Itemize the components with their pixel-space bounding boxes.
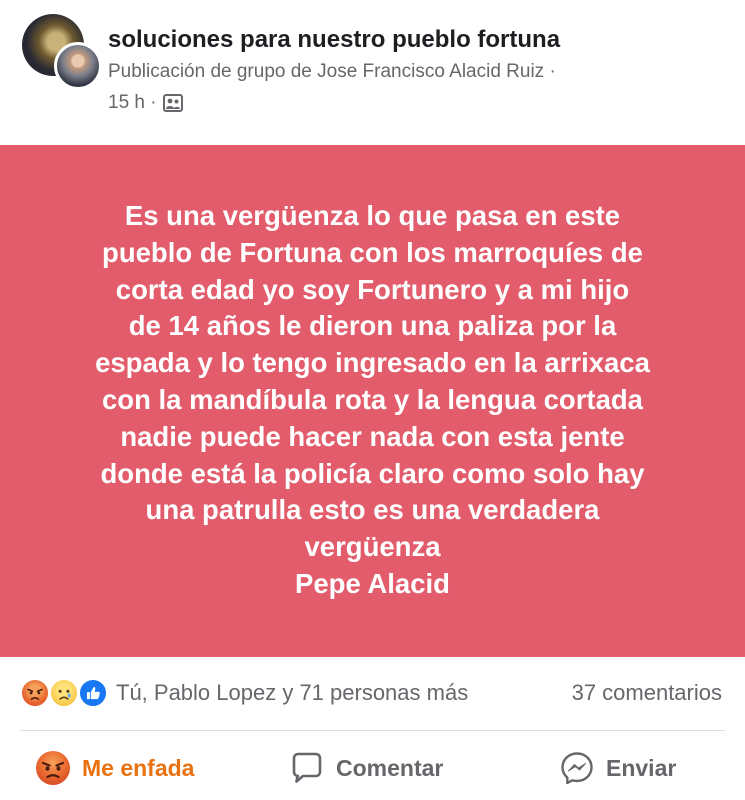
comment-bubble-icon	[292, 752, 322, 783]
post-timestamp[interactable]: 15 h ·	[108, 92, 157, 114]
post-colored-background: Es una vergüenza lo que pasa en este pue…	[0, 145, 745, 657]
group-audience-icon	[162, 94, 183, 112]
post-text-line: una patrulla esto es una verdadera	[145, 494, 600, 526]
like-reaction-icon	[78, 678, 108, 708]
post-text-line: donde está la policía claro como solo ha…	[100, 457, 645, 489]
post-author-meta[interactable]: Publicación de grupo de Jose Francisco A…	[108, 61, 556, 83]
comment-button[interactable]: Comentar	[288, 742, 443, 794]
angry-reaction-icon	[20, 678, 50, 708]
post-text-line: vergüenza	[304, 531, 441, 563]
reaction-names[interactable]: Tú, Pablo Lopez y 71 personas más	[116, 680, 468, 706]
send-button-label: Enviar	[606, 754, 677, 781]
post-text-line: espada y lo tengo ingresado en la arrixa…	[95, 347, 650, 379]
react-button[interactable]: Me enfada	[34, 742, 194, 794]
react-button-label: Me enfada	[82, 754, 195, 781]
reactions-summary[interactable]: Tú, Pablo Lopez y 71 personas más 37 com…	[0, 668, 745, 720]
post-text-line: Es una vergüenza lo que pasa en este	[124, 200, 621, 231]
group-avatar[interactable]	[22, 14, 102, 92]
post-signature: Pepe Alacid	[295, 567, 450, 599]
post-actions: Me enfada Comentar Enviar	[0, 742, 745, 794]
post-text-line: con la mandíbula rota y la lengua cortad…	[102, 383, 643, 415]
reaction-icons[interactable]	[20, 678, 112, 710]
author-avatar[interactable]	[54, 42, 102, 90]
group-name-link[interactable]: soluciones para nuestro pueblo fortuna	[108, 26, 560, 54]
post-text-line: nadie puede hacer nada con esta jente	[120, 420, 625, 452]
angry-reaction-icon	[36, 751, 70, 785]
sad-reaction-icon	[49, 678, 79, 708]
post-text-line: de 14 años le dieron una paliza por la	[128, 310, 617, 342]
messenger-icon	[561, 752, 593, 785]
send-button[interactable]: Enviar	[558, 742, 676, 794]
post-text-line: corta edad yo soy Fortunero y a mi hijo	[115, 273, 630, 305]
comment-button-label: Comentar	[336, 754, 444, 781]
post-text: Es una vergüenza lo que pasa en este pue…	[40, 198, 705, 603]
actions-divider	[20, 730, 725, 731]
post-timestamp-row: 15 h ·	[108, 92, 183, 114]
post-header: soluciones para nuestro pueblo fortuna P…	[0, 0, 745, 145]
post-text-line: pueblo de Fortuna con los marroquíes de	[102, 236, 643, 268]
comments-count[interactable]: 37 comentarios	[572, 680, 722, 706]
